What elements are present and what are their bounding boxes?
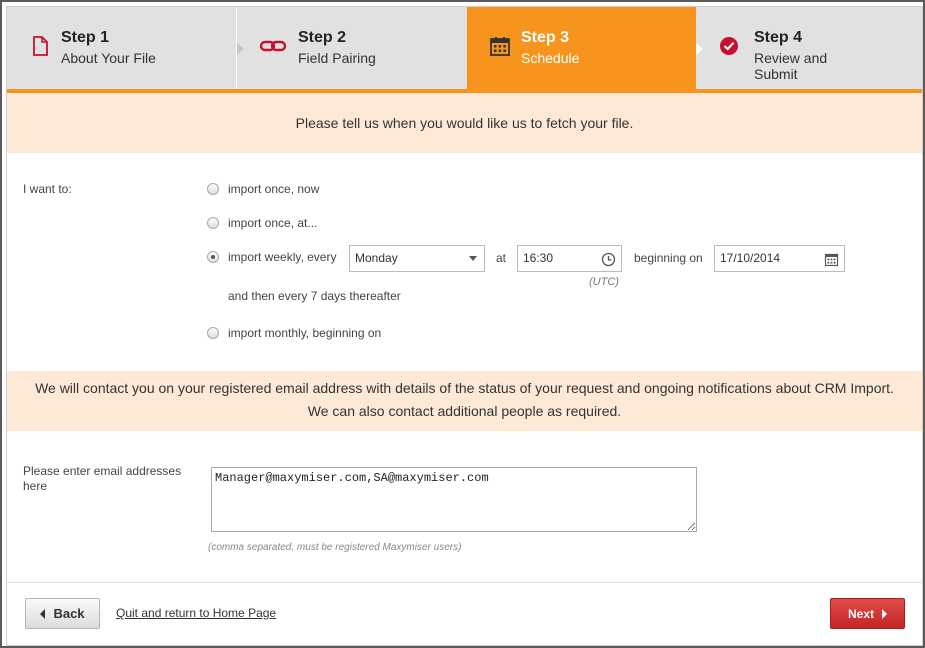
radio-import-monthly[interactable]: [207, 327, 219, 339]
check-circle-icon: [718, 35, 740, 57]
radio-import-weekly[interactable]: [207, 251, 219, 263]
step-label: Review and Submit: [754, 50, 828, 82]
back-button[interactable]: Back: [25, 598, 100, 629]
option-label: import weekly, every: [228, 250, 337, 264]
option-import-weekly[interactable]: import weekly, every: [207, 248, 336, 266]
option-import-once-now[interactable]: import once, now: [207, 180, 319, 198]
beginning-on-label: beginning on: [634, 251, 703, 265]
step-4[interactable]: Step 4 Review and Submit: [696, 7, 922, 91]
option-import-monthly[interactable]: import monthly, beginning on: [207, 324, 381, 342]
step-number: Step 3: [521, 29, 570, 46]
fetch-banner: Please tell us when you would like us to…: [7, 93, 922, 153]
quit-home-link[interactable]: Quit and return to Home Page: [116, 606, 276, 620]
step-2[interactable]: Step 2 Field Pairing: [237, 7, 467, 91]
timezone-label: (UTC): [589, 276, 619, 288]
email-hint: (comma separated, must be registered Max…: [208, 542, 462, 553]
wizard-window: Step 1 About Your File Step 2 Field Pair…: [0, 0, 925, 648]
step-label: Schedule: [521, 50, 580, 66]
wizard-panel: Step 1 About Your File Step 2 Field Pair…: [6, 6, 923, 646]
chevron-right-icon: [882, 608, 887, 619]
option-label: import once, at...: [228, 216, 318, 230]
option-import-once-at[interactable]: import once, at...: [207, 214, 317, 232]
calendar-icon[interactable]: [824, 251, 839, 267]
next-button-label: Next: [847, 606, 874, 621]
chevron-down-icon: [469, 256, 477, 261]
time-input[interactable]: 16:30: [517, 245, 622, 272]
radio-import-once-at[interactable]: [207, 217, 219, 229]
chevron-left-icon: [40, 608, 46, 619]
calendar-icon: [489, 35, 511, 57]
at-label: at: [496, 251, 507, 265]
weekday-value: Monday: [355, 251, 398, 265]
footer-divider: [7, 582, 922, 583]
step-label: Field Pairing: [298, 50, 376, 66]
back-button-label: Back: [53, 606, 85, 621]
radio-import-once-now[interactable]: [207, 183, 219, 195]
step-3[interactable]: Step 3 Schedule: [467, 7, 696, 91]
option-label: import once, now: [228, 182, 320, 196]
next-button[interactable]: Next: [830, 598, 905, 629]
time-value: 16:30: [523, 251, 554, 265]
contact-banner-line-1: We will contact you on your registered e…: [35, 380, 894, 396]
link-icon: [259, 35, 287, 57]
schedule-label: I want to:: [23, 182, 72, 196]
document-icon: [29, 35, 51, 57]
step-1[interactable]: Step 1 About Your File: [7, 7, 236, 91]
step-number: Step 2: [298, 29, 347, 46]
start-date-input[interactable]: 17/10/2014: [714, 245, 845, 272]
email-label: Please enter email addresses here: [23, 464, 182, 493]
repeat-text: and then every 7 days thereafter: [228, 289, 401, 303]
weekday-select[interactable]: Monday: [349, 245, 485, 272]
step-label: About Your File: [61, 50, 156, 66]
step-number: Step 1: [61, 29, 110, 46]
step-number: Step 4: [754, 29, 803, 46]
email-addresses-input[interactable]: Manager@maxymiser.com,SA@maxymiser.com: [211, 467, 697, 532]
start-date-value: 17/10/2014: [720, 251, 781, 265]
contact-banner-line-2: We can also contact additional people as…: [307, 403, 622, 419]
clock-icon[interactable]: [601, 251, 616, 267]
contact-banner: We will contact you on your registered e…: [7, 371, 922, 431]
option-label: import monthly, beginning on: [228, 326, 382, 340]
steps-bar: Step 1 About Your File Step 2 Field Pair…: [7, 7, 922, 91]
